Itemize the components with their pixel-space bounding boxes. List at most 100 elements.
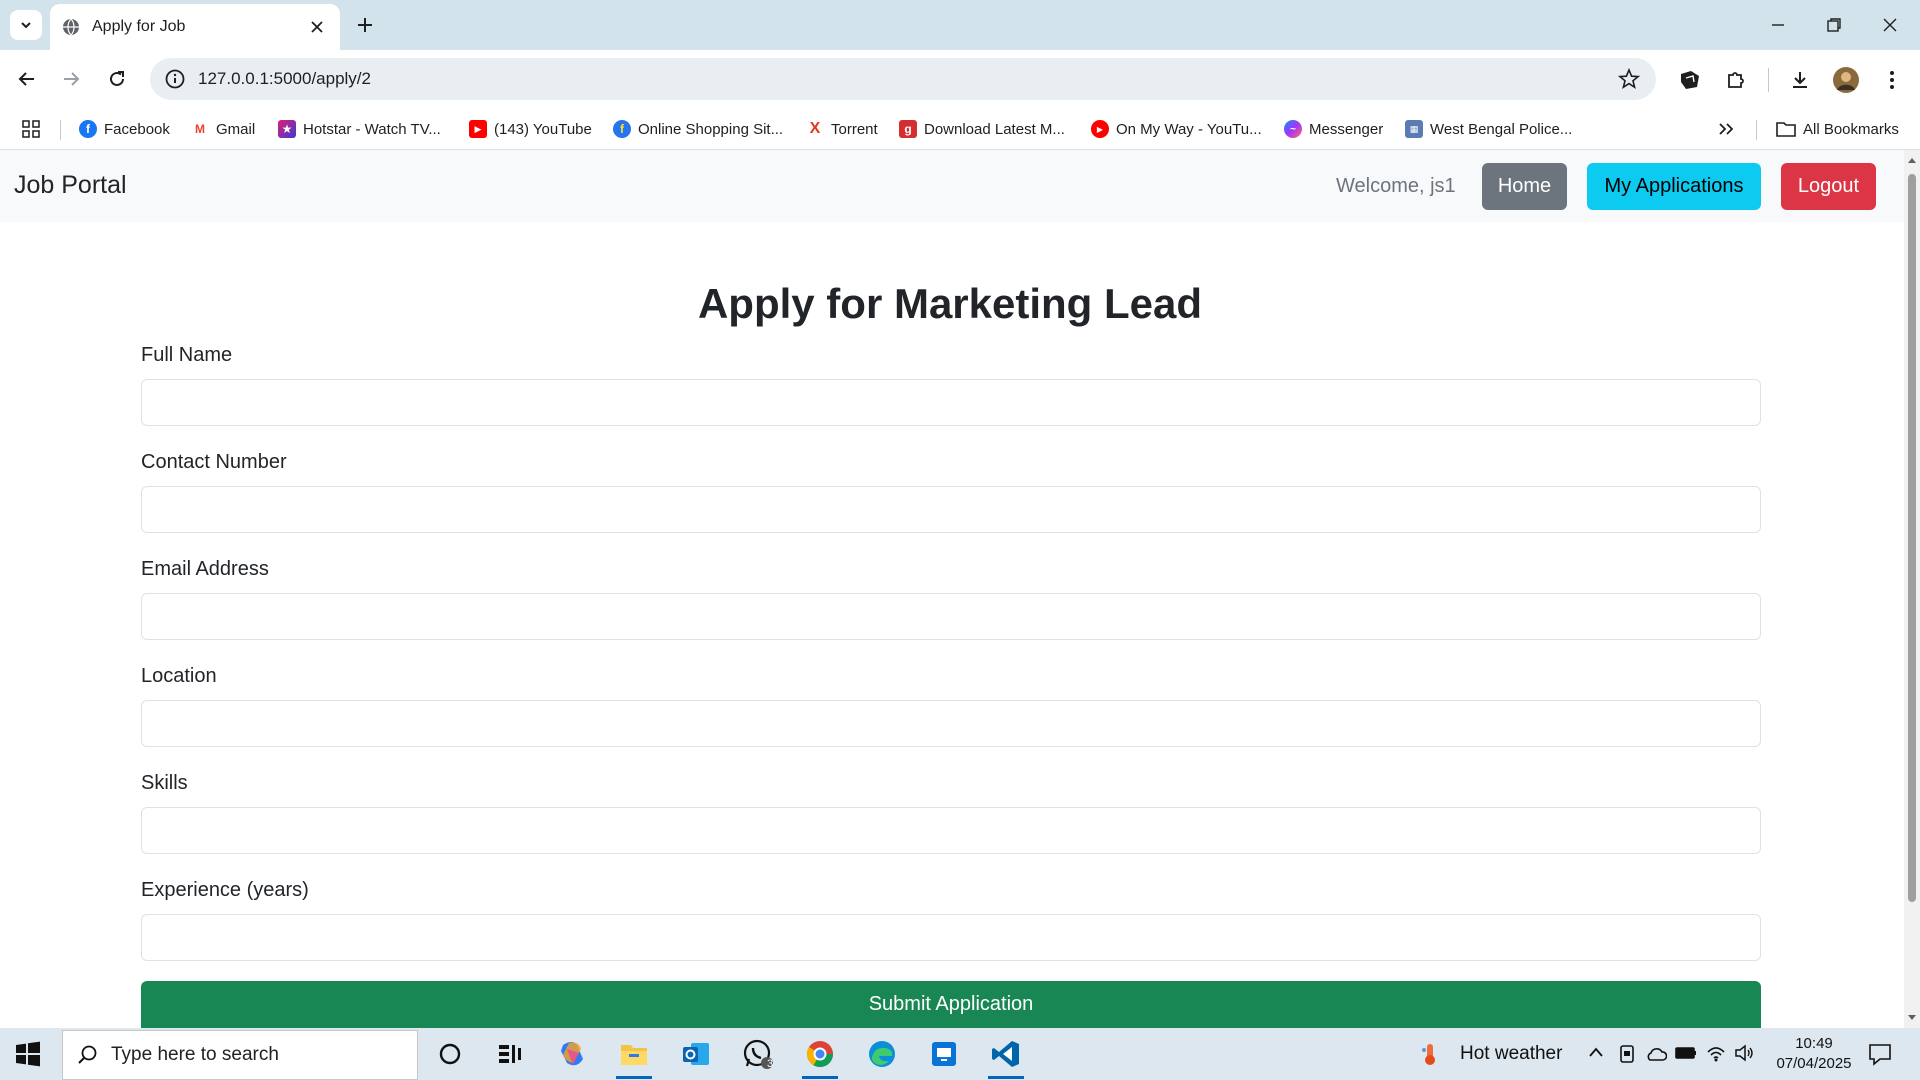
home-button[interactable]: Home: [1482, 163, 1567, 210]
task-view-icon[interactable]: [490, 1036, 530, 1072]
chevron-up-icon[interactable]: [1588, 1046, 1604, 1058]
all-bookmarks-label: All Bookmarks: [1803, 120, 1899, 138]
bookmark-label: Download Latest M...: [924, 120, 1065, 138]
battery-icon[interactable]: [1675, 1046, 1697, 1060]
profile-avatar[interactable]: [1832, 66, 1860, 94]
chevron-down-icon: [21, 22, 31, 29]
outlook-icon[interactable]: [676, 1036, 716, 1072]
bookmarks-divider: [1756, 120, 1757, 140]
address-bar[interactable]: 127.0.0.1:5000/apply/2: [150, 58, 1656, 100]
cortana-icon[interactable]: [430, 1036, 470, 1072]
plus-icon: [358, 18, 372, 32]
bookmark-messenger[interactable]: ~ Messenger: [1284, 116, 1383, 142]
bookmarks-bar: f Facebook M Gmail ★ Hotstar - Watch TV.…: [0, 108, 1920, 150]
system-clock[interactable]: 10:49 07/04/2025: [1766, 1034, 1862, 1074]
bookmark-label: Facebook: [104, 120, 170, 138]
wifi-icon[interactable]: [1706, 1044, 1726, 1062]
arrow-left-icon: [18, 72, 34, 86]
download-site-icon: g: [899, 120, 917, 138]
email-address-label: Email Address: [141, 558, 269, 580]
downloads-icon[interactable]: [1786, 66, 1814, 94]
file-explorer-icon[interactable]: [614, 1036, 654, 1079]
minimize-icon: [1772, 24, 1784, 26]
arrow-right-icon: [64, 72, 80, 86]
url-text[interactable]: 127.0.0.1:5000/apply/2: [198, 69, 371, 89]
bookmark-flipkart[interactable]: f Online Shopping Sit...: [613, 116, 783, 142]
bookmark-hotstar[interactable]: ★ Hotstar - Watch TV...: [278, 116, 441, 142]
edge-icon[interactable]: [862, 1036, 902, 1072]
chrome-icon[interactable]: [800, 1036, 840, 1079]
minimize-button[interactable]: [1764, 12, 1792, 38]
restore-button[interactable]: [1820, 12, 1848, 38]
contact-number-input[interactable]: [141, 486, 1761, 533]
windows-start-icon[interactable]: [14, 1040, 42, 1068]
reload-button[interactable]: [102, 64, 132, 94]
submit-application-button[interactable]: Submit Application: [141, 981, 1761, 1028]
onedrive-cloud-icon[interactable]: [1645, 1046, 1667, 1062]
back-button[interactable]: [12, 64, 42, 94]
clock-time: 10:49: [1795, 1035, 1833, 1052]
messenger-icon: ~: [1284, 120, 1302, 138]
page-scrollbar[interactable]: [1904, 150, 1920, 1028]
meet-now-icon[interactable]: [1618, 1044, 1636, 1064]
tab-search-button[interactable]: [10, 10, 42, 40]
flipkart-icon: f: [613, 120, 631, 138]
remote-desktop-icon[interactable]: [924, 1036, 964, 1072]
page-content: Job Portal Welcome, js1 Home My Applicat…: [0, 150, 1904, 1028]
site-info-icon[interactable]: [164, 68, 186, 90]
skills-input[interactable]: [141, 807, 1761, 854]
weather-icon[interactable]: [1420, 1042, 1440, 1071]
bookmark-download-latest[interactable]: g Download Latest M...: [899, 116, 1065, 142]
extensions-icon[interactable]: [1722, 66, 1750, 94]
weather-text[interactable]: Hot weather: [1460, 1043, 1562, 1065]
more-menu-icon[interactable]: [1878, 66, 1906, 94]
close-icon: [1883, 18, 1897, 32]
email-address-input[interactable]: [141, 593, 1761, 640]
logout-button[interactable]: Logout: [1781, 163, 1876, 210]
scroll-down-arrow-icon[interactable]: [1907, 1014, 1917, 1022]
location-label: Location: [141, 665, 217, 687]
close-window-button[interactable]: [1876, 12, 1904, 38]
bookmark-label: Gmail: [216, 120, 256, 138]
bookmark-star-icon[interactable]: [1618, 68, 1640, 90]
whatsapp-icon[interactable]: 3: [738, 1036, 778, 1072]
site-navbar: Job Portal Welcome, js1 Home My Applicat…: [0, 150, 1904, 222]
location-input[interactable]: [141, 700, 1761, 747]
browser-tab[interactable]: Apply for Job: [50, 4, 340, 50]
bookmark-label: On My Way - YouTu...: [1116, 120, 1262, 138]
bookmark-youtube[interactable]: ▶ (143) YouTube: [469, 116, 592, 142]
page-title: Apply for Marketing Lead: [697, 280, 1203, 327]
bookmark-facebook[interactable]: f Facebook: [79, 116, 170, 142]
my-applications-button[interactable]: My Applications: [1587, 163, 1761, 210]
apps-grid-icon[interactable]: [22, 116, 40, 142]
double-chevron-right-icon: [1719, 123, 1734, 135]
full-name-input[interactable]: [141, 379, 1761, 426]
notifications-icon[interactable]: [1868, 1042, 1892, 1066]
toolbar-divider: [1768, 68, 1769, 92]
close-tab-icon[interactable]: [306, 16, 328, 38]
brand-link[interactable]: Job Portal: [14, 171, 127, 200]
taskbar-search-box[interactable]: Type here to search: [62, 1030, 418, 1080]
bookmark-label: West Bengal Police...: [1430, 120, 1573, 138]
youtube-music-icon: ▶: [1091, 120, 1109, 138]
bookmark-gmail[interactable]: M Gmail: [191, 116, 255, 142]
bookmark-wb-police[interactable]: ▦ West Bengal Police...: [1405, 116, 1572, 142]
scrollbar-thumb[interactable]: [1908, 174, 1916, 902]
new-tab-button[interactable]: [352, 12, 378, 38]
bookmark-on-my-way[interactable]: ▶ On My Way - YouTu...: [1091, 116, 1262, 142]
volume-icon[interactable]: [1734, 1044, 1754, 1062]
bookmark-label: Torrent: [831, 120, 878, 138]
search-placeholder: Type here to search: [111, 1044, 279, 1065]
copilot-icon[interactable]: [552, 1036, 592, 1072]
forward-button[interactable]: [56, 64, 86, 94]
all-bookmarks-button[interactable]: All Bookmarks: [1776, 116, 1899, 142]
restore-icon: [1827, 18, 1841, 32]
browser-tab-bar: Apply for Job: [0, 0, 1920, 50]
bookmark-torrent[interactable]: X Torrent: [806, 116, 878, 142]
youtube-icon: ▶: [469, 120, 487, 138]
more-bookmarks-button[interactable]: [1718, 116, 1734, 142]
experience-input[interactable]: [141, 914, 1761, 961]
vscode-icon[interactable]: [986, 1036, 1026, 1079]
extension-puzzle-dark-icon[interactable]: [1676, 66, 1704, 94]
scroll-up-arrow-icon[interactable]: [1907, 156, 1917, 164]
